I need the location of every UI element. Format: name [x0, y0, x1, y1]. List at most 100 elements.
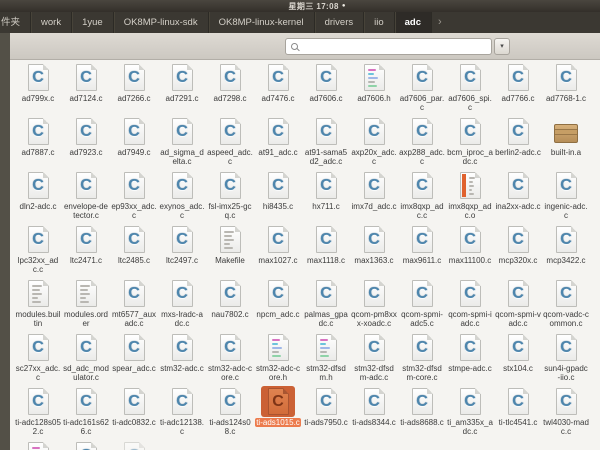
file-item[interactable]: Cep93xx_adc.c [110, 170, 158, 224]
file-item[interactable]: Cqcom-pm8xxx-xoadc.c [350, 278, 398, 332]
file-item[interactable]: modules.builtin [14, 278, 62, 332]
file-item[interactable]: Cimx8qxp_adc.c [398, 170, 446, 224]
file-item[interactable]: Cad7476.c [254, 62, 302, 116]
path-segment-adc[interactable]: adc [395, 12, 432, 33]
file-item[interactable]: Cstm32-dfsdm-adc.c [350, 332, 398, 386]
file-item[interactable]: Cltc2497.c [158, 224, 206, 278]
file-item[interactable]: Cat91-sama5d2_adc.c [302, 116, 350, 170]
path-segment-件夹[interactable]: 件夹 [0, 12, 31, 33]
path-expander-chevron-icon[interactable]: › [432, 12, 448, 33]
file-item[interactable]: Cad7606_spi.c [446, 62, 494, 116]
file-item[interactable]: Cenvelope-detector.c [62, 170, 110, 224]
file-item[interactable]: Csd_adc_modulator.c [62, 332, 110, 386]
file-item[interactable]: Cspear_adc.c [110, 332, 158, 386]
file-item[interactable]: Cltc2471.c [62, 224, 110, 278]
file-item[interactable]: Cad799x.c [14, 62, 62, 116]
file-item[interactable]: Cad7606.c [302, 62, 350, 116]
file-item[interactable]: Caxp288_adc.c [398, 116, 446, 170]
file-item[interactable]: Ctwl4030-madc.c [542, 386, 590, 440]
file-item[interactable]: Cmax11100.c [446, 224, 494, 278]
file-item[interactable]: Cqcom-spmi-vadc.c [494, 278, 542, 332]
file-item[interactable]: Cti-adc0832.c [110, 386, 158, 440]
file-item[interactable]: Cad7606_par.c [398, 62, 446, 116]
file-item[interactable]: Cmt6577_auxadc.c [110, 278, 158, 332]
file-item[interactable]: Cti-tlc4541.c [494, 386, 542, 440]
file-item[interactable]: Cnau7802.c [206, 278, 254, 332]
file-item[interactable] [14, 440, 62, 450]
file-item[interactable]: stm32-dfsdm.h [302, 332, 350, 386]
file-item[interactable]: Cstm32-adc.c [158, 332, 206, 386]
file-item[interactable]: Cbcm_iproc_adc.c [446, 116, 494, 170]
file-item[interactable]: Cad7768-1.c [542, 62, 590, 116]
file-item[interactable]: Cti-ads8688.c [398, 386, 446, 440]
file-item[interactable]: Cat91_adc.c [254, 116, 302, 170]
file-item[interactable]: ad7606.h [350, 62, 398, 116]
file-item[interactable]: Cad7124.c [62, 62, 110, 116]
file-item[interactable]: Cingenic-adc.c [542, 170, 590, 224]
file-item[interactable]: Cad7298.c [206, 62, 254, 116]
file-item[interactable]: Cmcp320x.c [494, 224, 542, 278]
file-item[interactable]: built-in.a [542, 116, 590, 170]
path-segment-OK8MP-linux-sdk[interactable]: OK8MP-linux-sdk [114, 12, 209, 33]
file-item[interactable]: Cina2xx-adc.c [494, 170, 542, 224]
file-item[interactable]: Cti-adc128s052.c [14, 386, 62, 440]
file-item[interactable]: Cfsl-imx25-gcq.c [206, 170, 254, 224]
file-item[interactable]: Cad_sigma_delta.c [158, 116, 206, 170]
search-input[interactable] [298, 42, 491, 52]
file-item[interactable]: Cad7887.c [14, 116, 62, 170]
path-segment-work[interactable]: work [31, 12, 72, 33]
file-item[interactable]: Cad7291.c [158, 62, 206, 116]
file-item[interactable]: Cberlin2-adc.c [494, 116, 542, 170]
file-item[interactable]: Cltc2485.c [110, 224, 158, 278]
file-item[interactable]: Cdln2-adc.c [14, 170, 62, 224]
file-item[interactable]: Clpc32xx_adc.c [14, 224, 62, 278]
file-item[interactable]: Cti-adc161s626.c [62, 386, 110, 440]
file-item[interactable]: imx8qxp_adc.o [446, 170, 494, 224]
file-item[interactable]: Cqcom-spmi-iadc.c [446, 278, 494, 332]
search-box[interactable] [285, 38, 492, 55]
file-item[interactable]: Cmax1118.c [302, 224, 350, 278]
file-item[interactable]: modules.order [62, 278, 110, 332]
file-item[interactable]: Cti-ads1015.c [254, 386, 302, 440]
file-item[interactable]: Cimx7d_adc.c [350, 170, 398, 224]
file-item[interactable]: Cti-ads8344.c [350, 386, 398, 440]
path-segment-OK8MP-linux-kernel[interactable]: OK8MP-linux-kernel [209, 12, 315, 33]
file-item[interactable]: Cmax1027.c [254, 224, 302, 278]
file-item[interactable]: Cmcp3422.c [542, 224, 590, 278]
file-item[interactable]: stm32-adc-core.h [254, 332, 302, 386]
file-item[interactable]: C [62, 440, 110, 450]
file-item[interactable]: Makefile [206, 224, 254, 278]
file-item[interactable]: Csun4i-gpadc-iio.c [542, 332, 590, 386]
file-item[interactable]: Cad7766.c [494, 62, 542, 116]
file-item[interactable]: Cmxs-lradc-adc.c [158, 278, 206, 332]
file-item[interactable]: Cqcom-vadc-common.c [542, 278, 590, 332]
file-item[interactable]: Cad7266.c [110, 62, 158, 116]
file-item[interactable]: Cexynos_adc.c [158, 170, 206, 224]
file-item[interactable]: Cstmpe-adc.c [446, 332, 494, 386]
file-item[interactable]: C [110, 440, 158, 450]
path-segment-1yue[interactable]: 1yue [72, 12, 114, 33]
file-item[interactable]: Cpalmas_gpadc.c [302, 278, 350, 332]
path-segment-drivers[interactable]: drivers [315, 12, 365, 33]
file-item[interactable]: Cnpcm_adc.c [254, 278, 302, 332]
search-options-dropdown-button[interactable]: ▾ [494, 38, 510, 55]
file-item[interactable]: Chi8435.c [254, 170, 302, 224]
file-item[interactable]: Chx711.c [302, 170, 350, 224]
file-item[interactable]: Cti-ads124s08.c [206, 386, 254, 440]
file-item[interactable]: Cti-ads7950.c [302, 386, 350, 440]
file-item[interactable]: Cstx104.c [494, 332, 542, 386]
file-item[interactable]: Cti_am335x_adc.c [446, 386, 494, 440]
text-file-icon [76, 280, 97, 307]
file-item[interactable]: Cmax9611.c [398, 224, 446, 278]
file-item[interactable]: Caxp20x_adc.c [350, 116, 398, 170]
file-item[interactable]: Cad7923.c [62, 116, 110, 170]
file-item[interactable]: Cmax1363.c [350, 224, 398, 278]
file-item[interactable]: Cqcom-spmi-adc5.c [398, 278, 446, 332]
file-item[interactable]: Caspeed_adc.c [206, 116, 254, 170]
file-item[interactable]: Cad7949.c [110, 116, 158, 170]
file-item[interactable]: Csc27xx_adc.c [14, 332, 62, 386]
file-item[interactable]: Cstm32-adc-core.c [206, 332, 254, 386]
file-item[interactable]: Cstm32-dfsdm-core.c [398, 332, 446, 386]
path-segment-iio[interactable]: iio [364, 12, 395, 33]
file-item[interactable]: Cti-adc12138.c [158, 386, 206, 440]
